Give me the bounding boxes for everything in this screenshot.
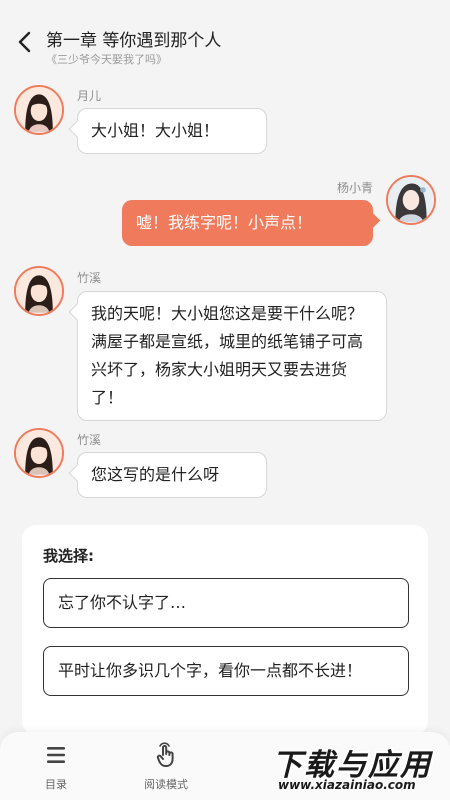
choice-option-text: 平时让你多识几个字，看你一点都不长进！ (58, 661, 363, 680)
nav-item-reading-mode[interactable]: 阅读模式 (126, 742, 206, 796)
avatar-zhuxi[interactable] (14, 266, 64, 316)
nav-item-catalog[interactable]: 目录 (16, 742, 96, 796)
message-bubble: 我的天呢！大小姐您这是要干什么呢？满屋子都是宣纸，城里的纸笔铺子可高兴坏了，杨家… (77, 291, 387, 421)
site-watermark-logo: 下载与应用 www.xiazainiao.com (272, 748, 432, 792)
back-arrow-icon (18, 31, 31, 53)
choice-heading: 我选择: (43, 547, 94, 565)
nav-label: 阅读模式 (144, 778, 188, 791)
message-bubble-self: 嘘！我练字呢！小声点！ (122, 200, 373, 246)
nav-label: 目录 (45, 778, 67, 791)
message-text: 大小姐！大小姐！ (91, 121, 220, 140)
message-text: 我的天呢！大小姐您这是要干什么呢？满屋子都是宣纸，城里的纸笔铺子可高兴坏了，杨家… (91, 304, 364, 407)
choice-option[interactable]: 平时让你多识几个字，看你一点都不长进！ (43, 646, 409, 696)
speaker-name: 杨小青 (336, 181, 373, 195)
choice-option[interactable]: 忘了你不认字了… (43, 578, 409, 628)
back-button[interactable] (14, 30, 38, 54)
avatar-zhuxi[interactable] (14, 428, 64, 478)
book-title: 《三少爷今天娶我了吗》 (46, 53, 167, 66)
choice-panel: 我选择: 忘了你不认字了… 平时让你多识几个字，看你一点都不长进！ (22, 525, 428, 735)
girl-avatar-icon (16, 430, 62, 476)
speaker-name: 月儿 (77, 89, 102, 103)
chapter-title: 第一章 等你遇到那个人 (46, 31, 222, 51)
speaker-name: 竹溪 (77, 271, 102, 285)
speaker-name: 竹溪 (77, 433, 102, 447)
tap-hand-icon (156, 742, 174, 767)
menu-icon (47, 747, 65, 763)
girl-avatar-icon (16, 87, 62, 133)
girl-avatar-icon (16, 268, 62, 314)
message-bubble: 您这写的是什么呀 (77, 452, 267, 498)
message-text: 嘘！我练字呢！小声点！ (136, 213, 313, 232)
message-bubble: 大小姐！大小姐！ (77, 108, 267, 154)
chat-area[interactable]: 月儿 大小姐！大小姐！ 杨小青 嘘！我练字呢！小声点！ 竹溪 我的天呢！大小姐您… (0, 72, 450, 527)
girl-avatar-icon (388, 177, 434, 223)
avatar-yueer[interactable] (14, 85, 64, 135)
avatar-yangxiaoqing[interactable] (386, 175, 436, 225)
choice-option-text: 忘了你不认字了… (58, 593, 187, 612)
header-bar: 第一章 等你遇到那个人 《三少爷今天娶我了吗》 (0, 0, 450, 72)
message-text: 您这写的是什么呀 (91, 465, 220, 484)
